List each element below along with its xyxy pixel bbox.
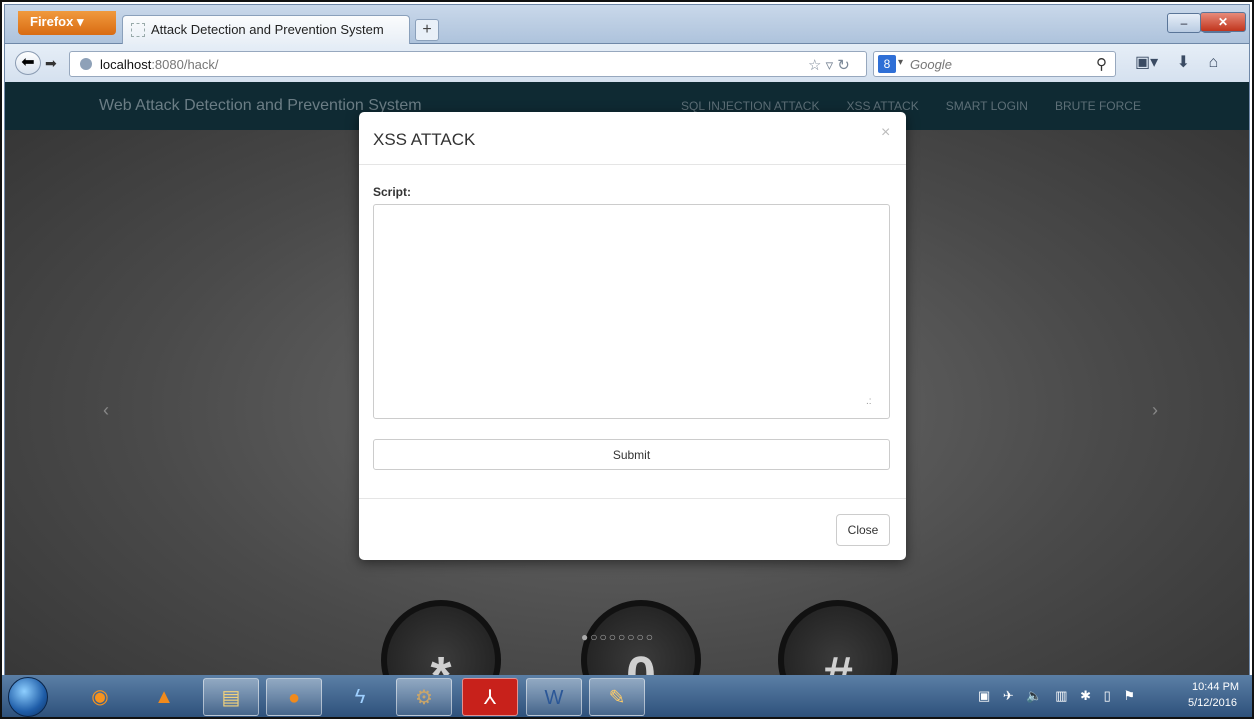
- close-button[interactable]: Close: [836, 514, 890, 546]
- windows-taskbar: ◉ ▲ ▤ ● ϟ ⚙ ⅄ W ✎ ▣ ✈ 🔈 ▥ ✱ ▯ ⚑ 10:44 PM…: [0, 675, 1254, 719]
- browser-navbar: ⬅ ➡ localhost:8080/hack/ ☆ ▿ ↻ 8 ▾ Googl…: [4, 44, 1250, 82]
- search-icon[interactable]: ⚲: [1096, 55, 1107, 73]
- menu-item-brute-force[interactable]: BRUTE FORCE: [1055, 99, 1141, 113]
- script-textarea[interactable]: [373, 204, 890, 419]
- close-icon[interactable]: ×: [881, 124, 890, 142]
- page-icon: [131, 23, 145, 37]
- menu-item-sql-injection[interactable]: SQL INJECTION ATTACK: [681, 99, 819, 113]
- start-button[interactable]: [8, 677, 48, 717]
- search-placeholder: Google: [910, 57, 952, 72]
- gear-app-icon[interactable]: ⚙: [396, 678, 452, 716]
- minimize-button[interactable]: –: [1167, 13, 1201, 33]
- submit-button[interactable]: Submit: [373, 439, 890, 470]
- keypad-hash: #: [778, 600, 898, 675]
- clock-time[interactable]: 10:44 PM: [1192, 681, 1239, 693]
- url-text: localhost:8080/hack/: [100, 57, 219, 72]
- site-menu: SQL INJECTION ATTACK XSS ATTACK SMART LOGI…: [681, 99, 1168, 113]
- search-bar[interactable]: 8 ▾ Google ⚲: [873, 51, 1116, 77]
- modal-title: XSS ATTACK: [373, 130, 476, 149]
- globe-icon: [80, 58, 92, 70]
- new-tab-button[interactable]: +: [415, 19, 439, 41]
- firefox-icon[interactable]: ●: [266, 678, 322, 716]
- back-arrow-icon[interactable]: ⬅: [15, 51, 41, 75]
- system-tray[interactable]: ▣ ✈ 🔈 ▥ ✱ ▯ ⚑: [978, 688, 1135, 704]
- resize-grip-icon[interactable]: .:: [866, 396, 872, 407]
- search-engine-dropdown-icon[interactable]: ▾: [898, 57, 903, 68]
- carousel-indicators[interactable]: ●○○○○○○○: [581, 630, 655, 644]
- browser-tab[interactable]: Attack Detection and Prevention System: [122, 15, 410, 45]
- browser-titlebar: Firefox ▾ Attack Detection and Preventio…: [4, 4, 1250, 45]
- modal-footer-divider: [359, 498, 906, 499]
- modal-header-divider: [359, 164, 906, 165]
- xss-attack-modal: XSS ATTACK × Script: .: Submit Close: [359, 112, 906, 560]
- menu-item-xss-attack[interactable]: XSS ATTACK: [846, 99, 918, 113]
- lightning-app-icon[interactable]: ϟ: [332, 678, 388, 716]
- file-explorer-icon[interactable]: ▤: [203, 678, 259, 716]
- keypad-star: *: [381, 600, 501, 675]
- vlc-icon[interactable]: ▲: [136, 678, 192, 716]
- script-label: Script:: [373, 185, 412, 199]
- adobe-reader-icon[interactable]: ⅄: [462, 678, 518, 716]
- bookmark-star-icon[interactable]: ☆ ▿ ↻: [808, 56, 850, 74]
- firefox-menu-button[interactable]: Firefox ▾: [18, 11, 116, 35]
- toolbar-icons[interactable]: ▣▾ ⬇ ⌂: [1135, 52, 1218, 72]
- clock-date[interactable]: 5/12/2016: [1188, 697, 1237, 709]
- word-icon[interactable]: W: [526, 678, 582, 716]
- menu-item-smart-login[interactable]: SMART LOGIN: [946, 99, 1028, 113]
- paint-icon[interactable]: ✎: [589, 678, 645, 716]
- carousel-next-icon[interactable]: ›: [1152, 400, 1158, 421]
- media-player-icon[interactable]: ◉: [72, 678, 128, 716]
- search-engine-icon[interactable]: 8: [878, 55, 896, 73]
- carousel-prev-icon[interactable]: ‹: [103, 400, 109, 421]
- close-window-button[interactable]: ✕: [1200, 12, 1246, 32]
- url-bar[interactable]: localhost:8080/hack/ ☆ ▿ ↻: [69, 51, 867, 77]
- forward-arrow-icon[interactable]: ➡: [45, 55, 57, 72]
- tab-title: Attack Detection and Prevention System: [151, 22, 384, 37]
